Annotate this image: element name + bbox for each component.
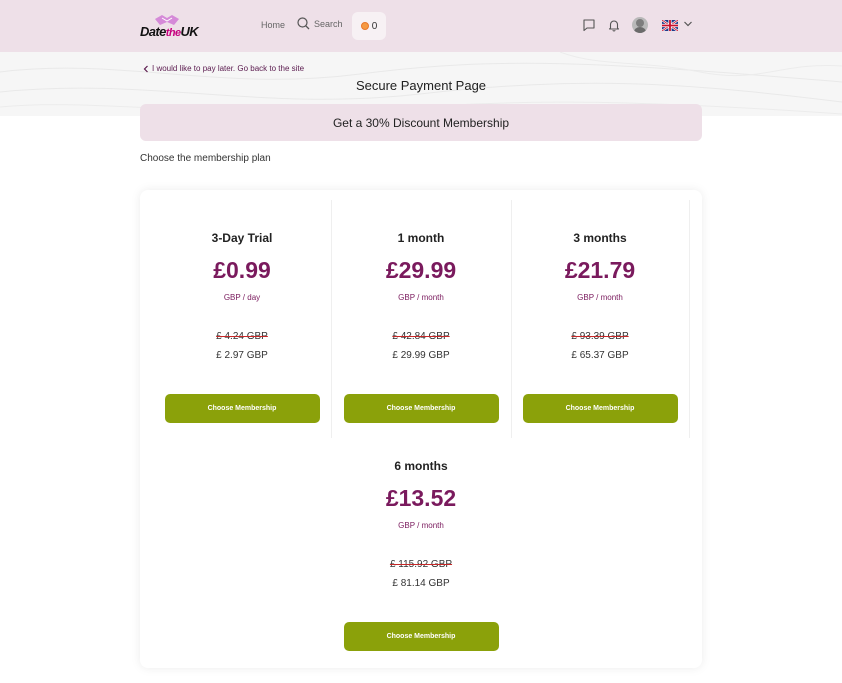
plan-new-total: £ 29.99 GBP xyxy=(392,350,450,361)
coins-balance-button[interactable]: 0 xyxy=(352,12,386,40)
chevron-left-icon xyxy=(143,65,148,72)
bell-icon[interactable] xyxy=(607,18,621,32)
search-icon xyxy=(297,17,310,30)
plan-old-total: £ 4.24 GBP xyxy=(216,331,268,342)
logo-text: DatetheUK xyxy=(140,24,199,39)
plan-name: 3-Day Trial xyxy=(211,231,273,245)
plan-name: 1 month xyxy=(397,231,445,245)
choose-membership-button[interactable]: Choose Membership xyxy=(343,622,499,651)
plan-card-3-months: 3 months £21.79 GBP / month £ 93.39 GBP … xyxy=(510,190,690,423)
plan-price: £0.99 xyxy=(213,257,271,283)
choose-membership-button[interactable]: Choose Membership xyxy=(522,394,678,423)
nav-search-label: Search xyxy=(314,18,343,29)
chat-icon[interactable] xyxy=(582,18,596,32)
plan-card-3-day-trial: 3-Day Trial £0.99 GBP / day £ 4.24 GBP £… xyxy=(152,190,332,423)
uk-flag-icon[interactable] xyxy=(662,20,678,31)
plan-price: £29.99 xyxy=(385,257,457,283)
nav-search-link[interactable]: Search xyxy=(297,17,343,30)
plan-unit: GBP / month xyxy=(577,293,623,302)
plan-name: 6 months xyxy=(394,459,448,473)
discount-banner[interactable]: Get a 30% Discount Membership xyxy=(140,104,702,141)
page-title: Secure Payment Page xyxy=(355,78,487,93)
plan-unit: GBP / day xyxy=(223,293,261,302)
plan-card-1-month: 1 month £29.99 GBP / month £ 42.84 GBP £… xyxy=(331,190,511,423)
coin-icon xyxy=(360,22,369,30)
plan-new-total: £ 81.14 GBP xyxy=(392,578,450,589)
plan-old-total: £ 42.84 GBP xyxy=(392,331,450,342)
user-avatar[interactable] xyxy=(632,17,648,33)
coins-count: 0 xyxy=(371,20,378,32)
plans-container: 3-Day Trial £0.99 GBP / day £ 4.24 GBP £… xyxy=(140,190,702,668)
choose-membership-button[interactable]: Choose Membership xyxy=(164,394,320,423)
plan-price: £21.79 xyxy=(564,257,636,283)
plan-price: £13.52 xyxy=(385,485,457,511)
plan-new-total: £ 2.97 GBP xyxy=(216,350,268,361)
plan-unit: GBP / month xyxy=(398,521,444,530)
nav-home-link[interactable]: Home xyxy=(261,20,285,30)
chevron-down-icon[interactable] xyxy=(683,19,693,29)
plan-name: 3 months xyxy=(573,231,627,245)
plan-new-total: £ 65.37 GBP xyxy=(571,350,629,361)
plan-card-6-months: 6 months £13.52 GBP / month £ 115.92 GBP… xyxy=(331,418,511,651)
top-navbar: DatetheUK Home Search 0 xyxy=(0,0,842,52)
choose-plan-label: Choose the membership plan xyxy=(140,153,271,164)
back-link-label: I would like to pay later. Go back to th… xyxy=(152,64,305,73)
plan-old-total: £ 93.39 GBP xyxy=(571,331,629,342)
site-logo[interactable]: DatetheUK xyxy=(140,13,210,41)
pay-later-back-link[interactable]: I would like to pay later. Go back to th… xyxy=(143,64,304,73)
plan-old-total: £ 115.92 GBP xyxy=(389,559,453,570)
plan-unit: GBP / month xyxy=(398,293,444,302)
